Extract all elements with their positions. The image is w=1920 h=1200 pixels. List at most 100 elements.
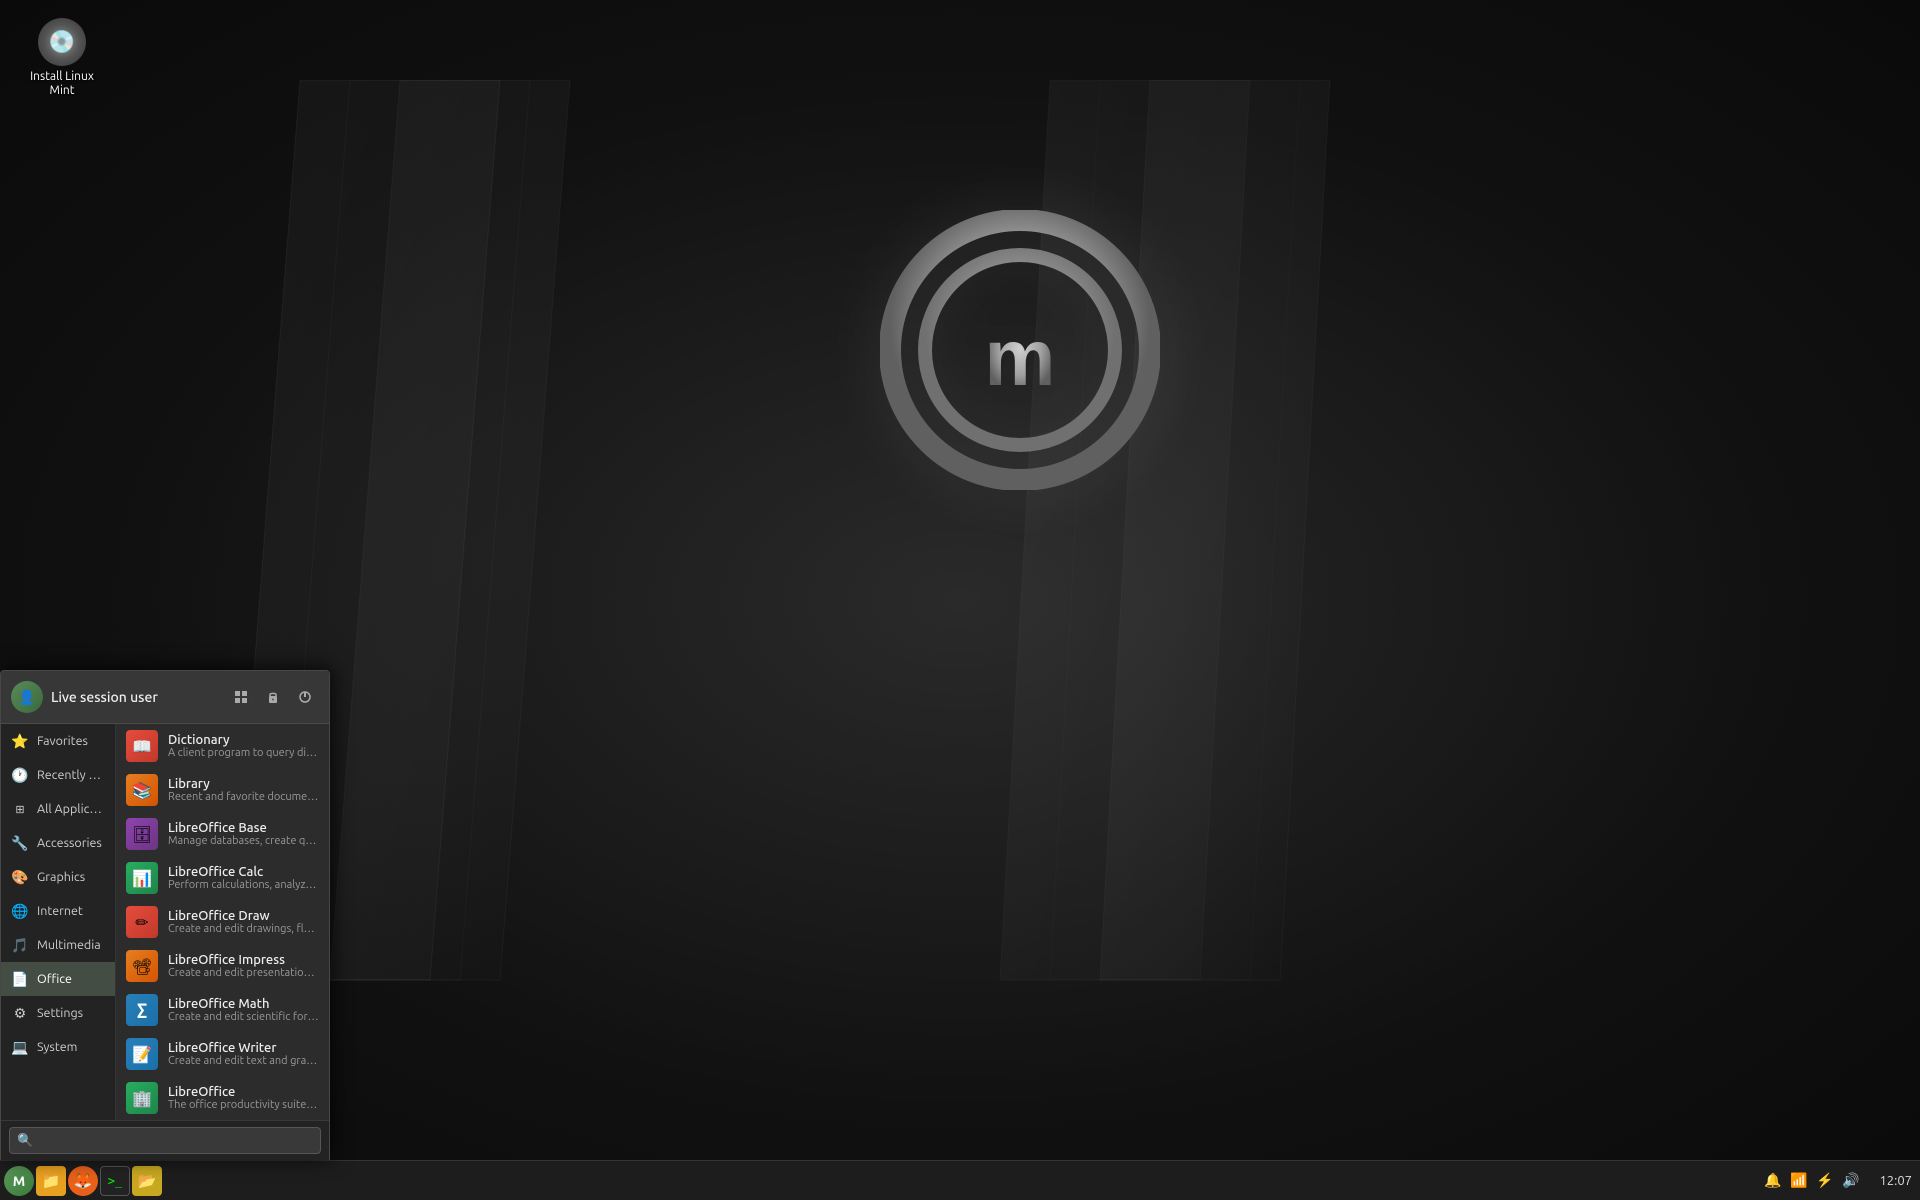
libreoffice-math-info: LibreOffice Math Create and edit scienti… [168,997,319,1023]
search-input[interactable] [9,1127,321,1154]
taskbar-notifications-icon[interactable]: 🔔 [1763,1171,1783,1191]
header-actions [227,683,319,711]
app-item-libreoffice-impress[interactable]: 📽 LibreOffice Impress Create and edit pr… [116,944,329,988]
sidebar-item-multimedia[interactable]: 🎵 Multimedia [1,928,115,962]
sidebar-item-all-applications[interactable]: ⊞ All Applications [1,792,115,826]
libreoffice-icon: 🏢 [126,1082,158,1114]
files-header-btn[interactable] [227,683,255,711]
app-item-dictionary[interactable]: 📖 Dictionary A client program to query d… [116,724,329,768]
app-item-libreoffice-draw[interactable]: ✏ LibreOffice Draw Create and edit drawi… [116,900,329,944]
libreoffice-draw-desc: Create and edit drawings, flow charts a.… [168,923,319,935]
menu-sidebar: ⭐ Favorites 🕐 Recently Used ⊞ All Applic… [1,724,116,1120]
library-info: Library Recent and favorite documents [168,777,319,803]
power-header-btn[interactable] [291,683,319,711]
sidebar-item-accessories[interactable]: 🔧 Accessories [1,826,115,860]
libreoffice-writer-name: LibreOffice Writer [168,1041,319,1055]
svg-text:m: m [984,313,1055,402]
menu-body: ⭐ Favorites 🕐 Recently Used ⊞ All Applic… [1,724,329,1120]
install-mint-label: Install Linux Mint [22,70,102,99]
libreoffice-name: LibreOffice [168,1085,319,1099]
search-icon: 🔍 [17,1133,33,1148]
libreoffice-desc: The office productivity suite compatibil… [168,1099,319,1111]
accessories-icon: 🔧 [11,834,29,852]
taskbar-time: 12:07 [1867,1174,1912,1188]
desktop-icon-install-mint[interactable]: 💿 Install Linux Mint [22,18,102,99]
office-label: Office [37,972,72,986]
app-item-libreoffice-writer[interactable]: 📝 LibreOffice Writer Create and edit tex… [116,1032,329,1076]
libreoffice-calc-name: LibreOffice Calc [168,865,319,879]
libreoffice-impress-icon: 📽 [126,950,158,982]
taskbar-right: 🔔 📶 ⚡ 🔊 12:07 [1755,1171,1920,1191]
all-applications-label: All Applications [37,802,105,816]
graphics-label: Graphics [37,870,85,884]
libreoffice-writer-info: LibreOffice Writer Create and edit text … [168,1041,319,1067]
recently-used-icon: 🕐 [11,766,29,784]
app-item-library[interactable]: 📚 Library Recent and favorite documents [116,768,329,812]
library-icon: 📚 [126,774,158,806]
taskbar-folder-btn[interactable]: 📂 [132,1166,162,1196]
libreoffice-impress-info: LibreOffice Impress Create and edit pres… [168,953,319,979]
taskbar-terminal-btn[interactable]: >_ [100,1166,130,1196]
search-wrapper: 🔍 [9,1127,321,1154]
start-menu-header: 👤 Live session user [1,671,329,724]
favorites-label: Favorites [37,734,88,748]
taskbar-mint-menu-btn[interactable]: M [4,1166,34,1196]
library-desc: Recent and favorite documents [168,791,319,803]
libreoffice-base-info: LibreOffice Base Manage databases, creat… [168,821,319,847]
app-item-libreoffice[interactable]: 🏢 LibreOffice The office productivity su… [116,1076,329,1120]
system-label: System [37,1040,77,1054]
dictionary-name: Dictionary [168,733,319,747]
settings-icon: ⚙ [11,1004,29,1022]
sidebar-item-favorites[interactable]: ⭐ Favorites [1,724,115,758]
taskbar-firefox-btn[interactable]: 🦊 [68,1166,98,1196]
settings-label: Settings [37,1006,83,1020]
app-item-libreoffice-calc[interactable]: 📊 LibreOffice Calc Perform calculations,… [116,856,329,900]
internet-icon: 🌐 [11,902,29,920]
libreoffice-draw-info: LibreOffice Draw Create and edit drawing… [168,909,319,935]
recently-used-label: Recently Used [37,768,105,782]
app-item-libreoffice-math[interactable]: ∑ LibreOffice Math Create and edit scien… [116,988,329,1032]
sidebar-item-internet[interactable]: 🌐 Internet [1,894,115,928]
lock-header-btn[interactable] [259,683,287,711]
libreoffice-draw-icon: ✏ [126,906,158,938]
app-item-libreoffice-base[interactable]: 🗄 LibreOffice Base Manage databases, cre… [116,812,329,856]
taskbar-left: M 📁 🦊 >_ 📂 [0,1166,166,1196]
internet-label: Internet [37,904,83,918]
libreoffice-math-name: LibreOffice Math [168,997,319,1011]
libreoffice-math-icon: ∑ [126,994,158,1026]
dictionary-info: Dictionary A client program to query dif… [168,733,319,759]
libreoffice-calc-icon: 📊 [126,862,158,894]
install-mint-icon: 💿 [38,18,86,66]
libreoffice-calc-desc: Perform calculations, analyze informati.… [168,879,319,891]
libreoffice-info: LibreOffice The office productivity suit… [168,1085,319,1111]
user-name: Live session user [51,689,219,705]
libreoffice-writer-icon: 📝 [126,1038,158,1070]
libreoffice-impress-desc: Create and edit presentations for slide.… [168,967,319,979]
system-icon: 💻 [11,1038,29,1056]
libreoffice-calc-info: LibreOffice Calc Perform calculations, a… [168,865,319,891]
dictionary-desc: A client program to query different dic.… [168,747,319,759]
taskbar-power-icon[interactable]: ⚡ [1815,1171,1835,1191]
multimedia-icon: 🎵 [11,936,29,954]
favorites-icon: ⭐ [11,732,29,750]
dictionary-icon: 📖 [126,730,158,762]
libreoffice-base-desc: Manage databases, create queries and ... [168,835,319,847]
libreoffice-writer-desc: Create and edit text and graphics in let… [168,1055,319,1067]
search-bar: 🔍 [1,1120,329,1160]
desktop: m 💿 Install Linux Mint 👤 Live session us… [0,0,1920,1200]
sidebar-item-recently-used[interactable]: 🕐 Recently Used [1,758,115,792]
taskbar-files-btn[interactable]: 📁 [36,1166,66,1196]
accessories-label: Accessories [37,836,102,850]
sidebar-item-graphics[interactable]: 🎨 Graphics [1,860,115,894]
taskbar-network-icon[interactable]: 📶 [1789,1171,1809,1191]
graphics-icon: 🎨 [11,868,29,886]
sidebar-item-office[interactable]: 📄 Office [1,962,115,996]
sidebar-item-system[interactable]: 💻 System [1,1030,115,1064]
taskbar: M 📁 🦊 >_ 📂 🔔 📶 ⚡ 🔊 12:07 [0,1160,1920,1200]
office-icon: 📄 [11,970,29,988]
libreoffice-impress-name: LibreOffice Impress [168,953,319,967]
taskbar-volume-icon[interactable]: 🔊 [1841,1171,1861,1191]
sidebar-item-settings[interactable]: ⚙ Settings [1,996,115,1030]
app-list: 📖 Dictionary A client program to query d… [116,724,329,1120]
mint-logo: m [870,200,1170,500]
